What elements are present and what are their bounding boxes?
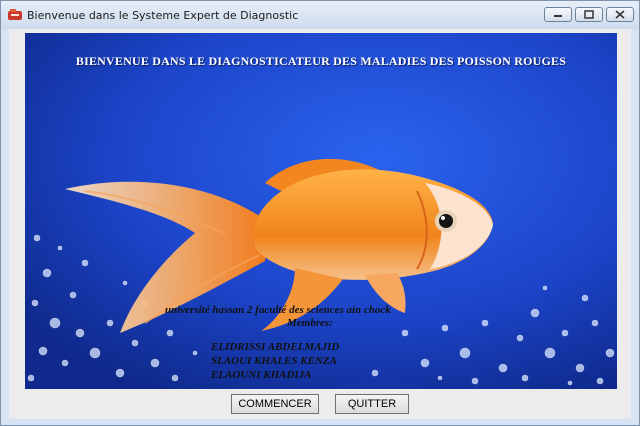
university-text: université hassan 2 faculté des sciences… [165,304,391,316]
close-button[interactable] [606,7,634,22]
banner-title: BIENVENUE DANS LE DIAGNOSTICATEUR DES MA… [75,54,567,68]
minimize-icon [554,15,562,17]
maximize-icon [584,10,594,19]
welcome-banner: BIENVENUE DANS LE DIAGNOSTICATEUR DES MA… [25,33,617,389]
window-title: Bienvenue dans le Systeme Expert de Diag… [27,9,299,22]
quit-button[interactable]: QUITTER [335,394,409,414]
start-button[interactable]: COMMENCER [231,394,319,414]
title-bar[interactable]: Bienvenue dans le Systeme Expert de Diag… [1,1,639,29]
member-name: ELIDRISSI ABDELMAJID [211,341,340,353]
maximize-button[interactable] [575,7,603,22]
members-heading: Membres: [287,317,333,329]
close-icon [615,10,625,19]
member-name: ELAOUNI KHADIJA [211,369,312,381]
member-name: SLAOUI KHALES KENZA [211,355,337,367]
app-window: Bienvenue dans le Systeme Expert de Diag… [0,0,640,426]
minimize-button[interactable] [544,7,572,22]
goldfish-image [25,33,617,389]
app-icon [8,8,22,20]
